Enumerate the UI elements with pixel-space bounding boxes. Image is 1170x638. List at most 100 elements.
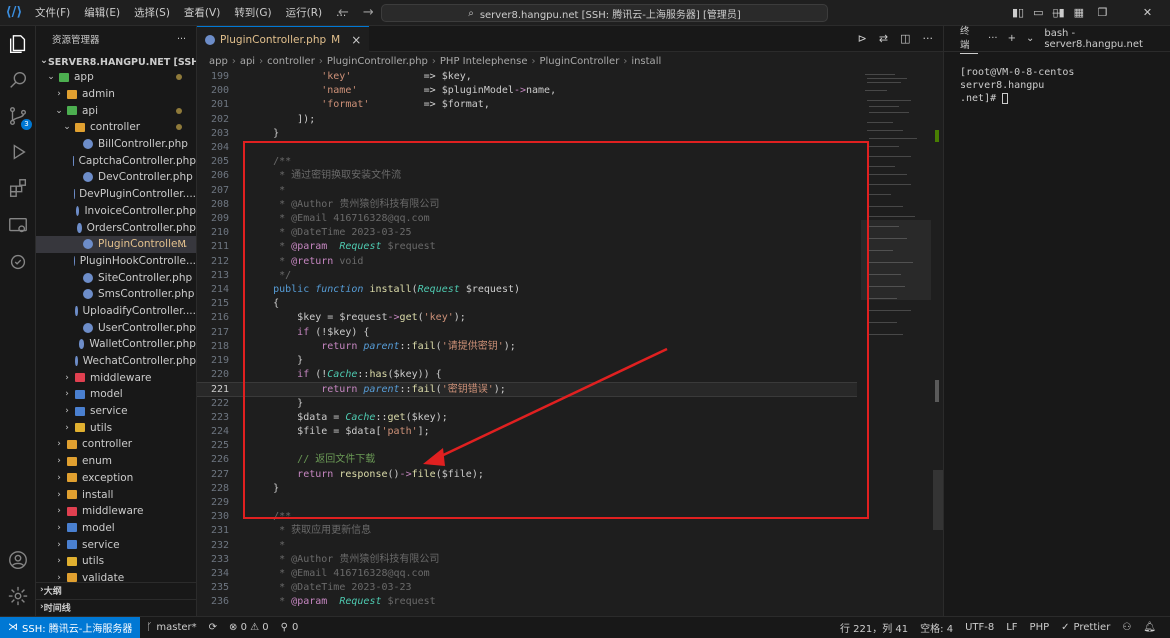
code-line[interactable]: 200 'name' => $pluginModel->name, <box>197 84 857 98</box>
command-center-search[interactable]: ⌕ server8.hangpu.net [SSH: 腾讯云-上海服务器] [管… <box>381 4 828 22</box>
tree-file[interactable]: PluginHookControlle... <box>36 253 196 270</box>
code-line[interactable]: 232 * <box>197 539 857 553</box>
code-line[interactable]: 213 */ <box>197 269 857 283</box>
tree-folder[interactable]: › middleware <box>36 503 196 520</box>
code-line[interactable]: 230 /** <box>197 510 857 524</box>
code-line[interactable]: 220 if (!Cache::has($key)) { <box>197 368 857 382</box>
code-line[interactable]: 205 /** <box>197 155 857 169</box>
copilot-icon[interactable]: ⚇ <box>1116 622 1137 633</box>
code-line[interactable]: 207 * <box>197 184 857 198</box>
code-line[interactable]: 229 <box>197 496 857 510</box>
breadcrumb-item[interactable]: PluginController <box>540 56 620 67</box>
breadcrumb-item[interactable]: PluginController.php <box>327 56 428 67</box>
timeline-section[interactable]: › 时间线 <box>36 599 196 614</box>
code-line[interactable]: 233 * @Author 贵州猿创科技有限公司 <box>197 553 857 567</box>
tree-file[interactable]: BillController.php <box>36 136 196 153</box>
problems-status[interactable]: ⊗ 0 ⚠ 0 <box>223 622 275 633</box>
tree-folder[interactable]: › model <box>36 520 196 537</box>
ports-status[interactable]: ⚲ 0 <box>275 622 305 633</box>
search-icon[interactable] <box>6 68 30 92</box>
run-debug-icon[interactable] <box>6 140 30 164</box>
code-line[interactable]: 209 * @Email 416716328@qq.com <box>197 212 857 226</box>
run-remote-icon[interactable]: ⊳ <box>858 26 867 52</box>
code-line[interactable]: 215 { <box>197 297 857 311</box>
chevron-down-icon[interactable]: ⌄ <box>1026 33 1034 44</box>
tree-file[interactable]: DevPluginController.... <box>36 186 196 203</box>
end-of-line[interactable]: LF <box>1000 622 1023 633</box>
git-compare-icon[interactable]: ⇄ <box>879 26 888 52</box>
tree-file[interactable]: InvoiceController.php <box>36 203 196 220</box>
code-line[interactable]: 223 $data = Cache::get($key); <box>197 411 857 425</box>
tree-folder[interactable]: › enum <box>36 453 196 470</box>
code-line[interactable]: 210 * @DateTime 2023-03-25 <box>197 226 857 240</box>
tab-plugin-controller[interactable]: PluginController.php M × <box>197 26 370 52</box>
tree-folder[interactable]: › exception <box>36 470 196 487</box>
code-line[interactable]: 222 } <box>197 397 857 411</box>
minimap[interactable] <box>861 70 931 370</box>
tree-file[interactable]: UploadifyController.... <box>36 303 196 320</box>
code-line[interactable]: 201 'format' => $format, <box>197 98 857 112</box>
more-actions-icon[interactable]: ··· <box>923 26 934 52</box>
code-line[interactable]: 228 } <box>197 482 857 496</box>
code-line[interactable]: 219 } <box>197 354 857 368</box>
code-line[interactable]: 225 <box>197 439 857 453</box>
sync-status[interactable]: ⟳ <box>203 622 223 633</box>
tree-folder[interactable]: ⌄ api <box>36 102 196 119</box>
tree-file[interactable]: DevController.php <box>36 169 196 186</box>
restore-icon[interactable]: ❐ <box>1080 0 1125 26</box>
code-line[interactable]: 221 return parent::fail('密钥错误'); <box>197 382 857 397</box>
tree-file[interactable]: SiteController.php <box>36 269 196 286</box>
tree-file[interactable]: OrdersController.php <box>36 219 196 236</box>
code-line[interactable]: 236 * @param Request $request <box>197 595 857 609</box>
indentation[interactable]: 空格: 4 <box>914 620 959 635</box>
breadcrumb-item[interactable]: app <box>209 56 228 67</box>
tree-folder[interactable]: › utils <box>36 419 196 436</box>
tree-file[interactable]: SmsController.php <box>36 286 196 303</box>
terminal-tab[interactable]: 终端 <box>960 23 979 54</box>
tree-file[interactable]: PluginControlle... M <box>36 235 196 253</box>
workspace-root[interactable]: ⌄ SERVER8.HANGPU.NET [SSH: 腾讯... <box>36 52 196 69</box>
cursor-position[interactable]: 行 221，列 41 <box>834 620 914 635</box>
code-line[interactable]: 212 * @return void <box>197 255 857 269</box>
explorer-more-icon[interactable]: ··· <box>177 34 186 45</box>
tree-file[interactable]: CaptchaController.php <box>36 152 196 169</box>
code-line[interactable]: 224 $file = $data['path']; <box>197 425 857 439</box>
tree-folder[interactable]: › service <box>36 403 196 420</box>
code-line[interactable]: 214 public function install(Request $req… <box>197 283 857 297</box>
remote-indicator[interactable]: ⋊ SSH: 腾讯云-上海服务器 <box>0 617 141 638</box>
code-line[interactable]: 234 * @Email 416716328@qq.com <box>197 567 857 581</box>
code-line[interactable]: 235 * @DateTime 2023-03-23 <box>197 581 857 595</box>
back-arrow-icon[interactable]: ← <box>338 0 349 26</box>
forward-arrow-icon[interactable]: → <box>363 0 374 26</box>
tree-file[interactable]: WalletController.php <box>36 336 196 353</box>
editor-scrollbar[interactable] <box>933 70 943 616</box>
tree-folder[interactable]: › service <box>36 536 196 553</box>
close-icon[interactable]: × <box>351 33 361 47</box>
tree-folder[interactable]: ⌄ app <box>36 69 196 86</box>
tree-folder[interactable]: › model <box>36 386 196 403</box>
encoding[interactable]: UTF-8 <box>959 622 1000 633</box>
outline-section[interactable]: › 大纲 <box>36 582 196 597</box>
breadcrumb-item[interactable]: api <box>240 56 255 67</box>
account-icon[interactable] <box>6 548 30 572</box>
code-line[interactable]: 231 * 获取应用更新信息 <box>197 524 857 538</box>
tree-folder[interactable]: › admin <box>36 86 196 103</box>
tree-folder[interactable]: › utils <box>36 553 196 570</box>
breadcrumb-item[interactable]: controller <box>267 56 315 67</box>
code-line[interactable]: 206 * 通过密钥换取安装文件流 <box>197 169 857 183</box>
new-terminal-icon[interactable]: + <box>1008 33 1016 44</box>
code-line[interactable]: 208 * @Author 贵州猿创科技有限公司 <box>197 198 857 212</box>
tree-folder[interactable]: › middleware <box>36 369 196 386</box>
code-line[interactable]: 217 if (!$key) { <box>197 326 857 340</box>
code-line[interactable]: 211 * @param Request $request <box>197 240 857 254</box>
breadcrumb-item[interactable]: install <box>631 56 661 67</box>
code-line[interactable]: 216 $key = $request->get('key'); <box>197 311 857 325</box>
remote-explorer-icon[interactable] <box>6 214 30 238</box>
code-line[interactable]: 204 <box>197 141 857 155</box>
tree-folder[interactable]: › controller <box>36 436 196 453</box>
git-branch[interactable]: ᚴ master* <box>140 622 202 633</box>
extensions-icon[interactable] <box>6 176 30 200</box>
toggle-sidebar-icon[interactable]: ▮▯ <box>1012 0 1024 26</box>
code-view[interactable]: 199 'key' => $key, 200 'name' => $pluginM… <box>197 70 857 616</box>
tree-folder[interactable]: ⌄ controller <box>36 119 196 136</box>
